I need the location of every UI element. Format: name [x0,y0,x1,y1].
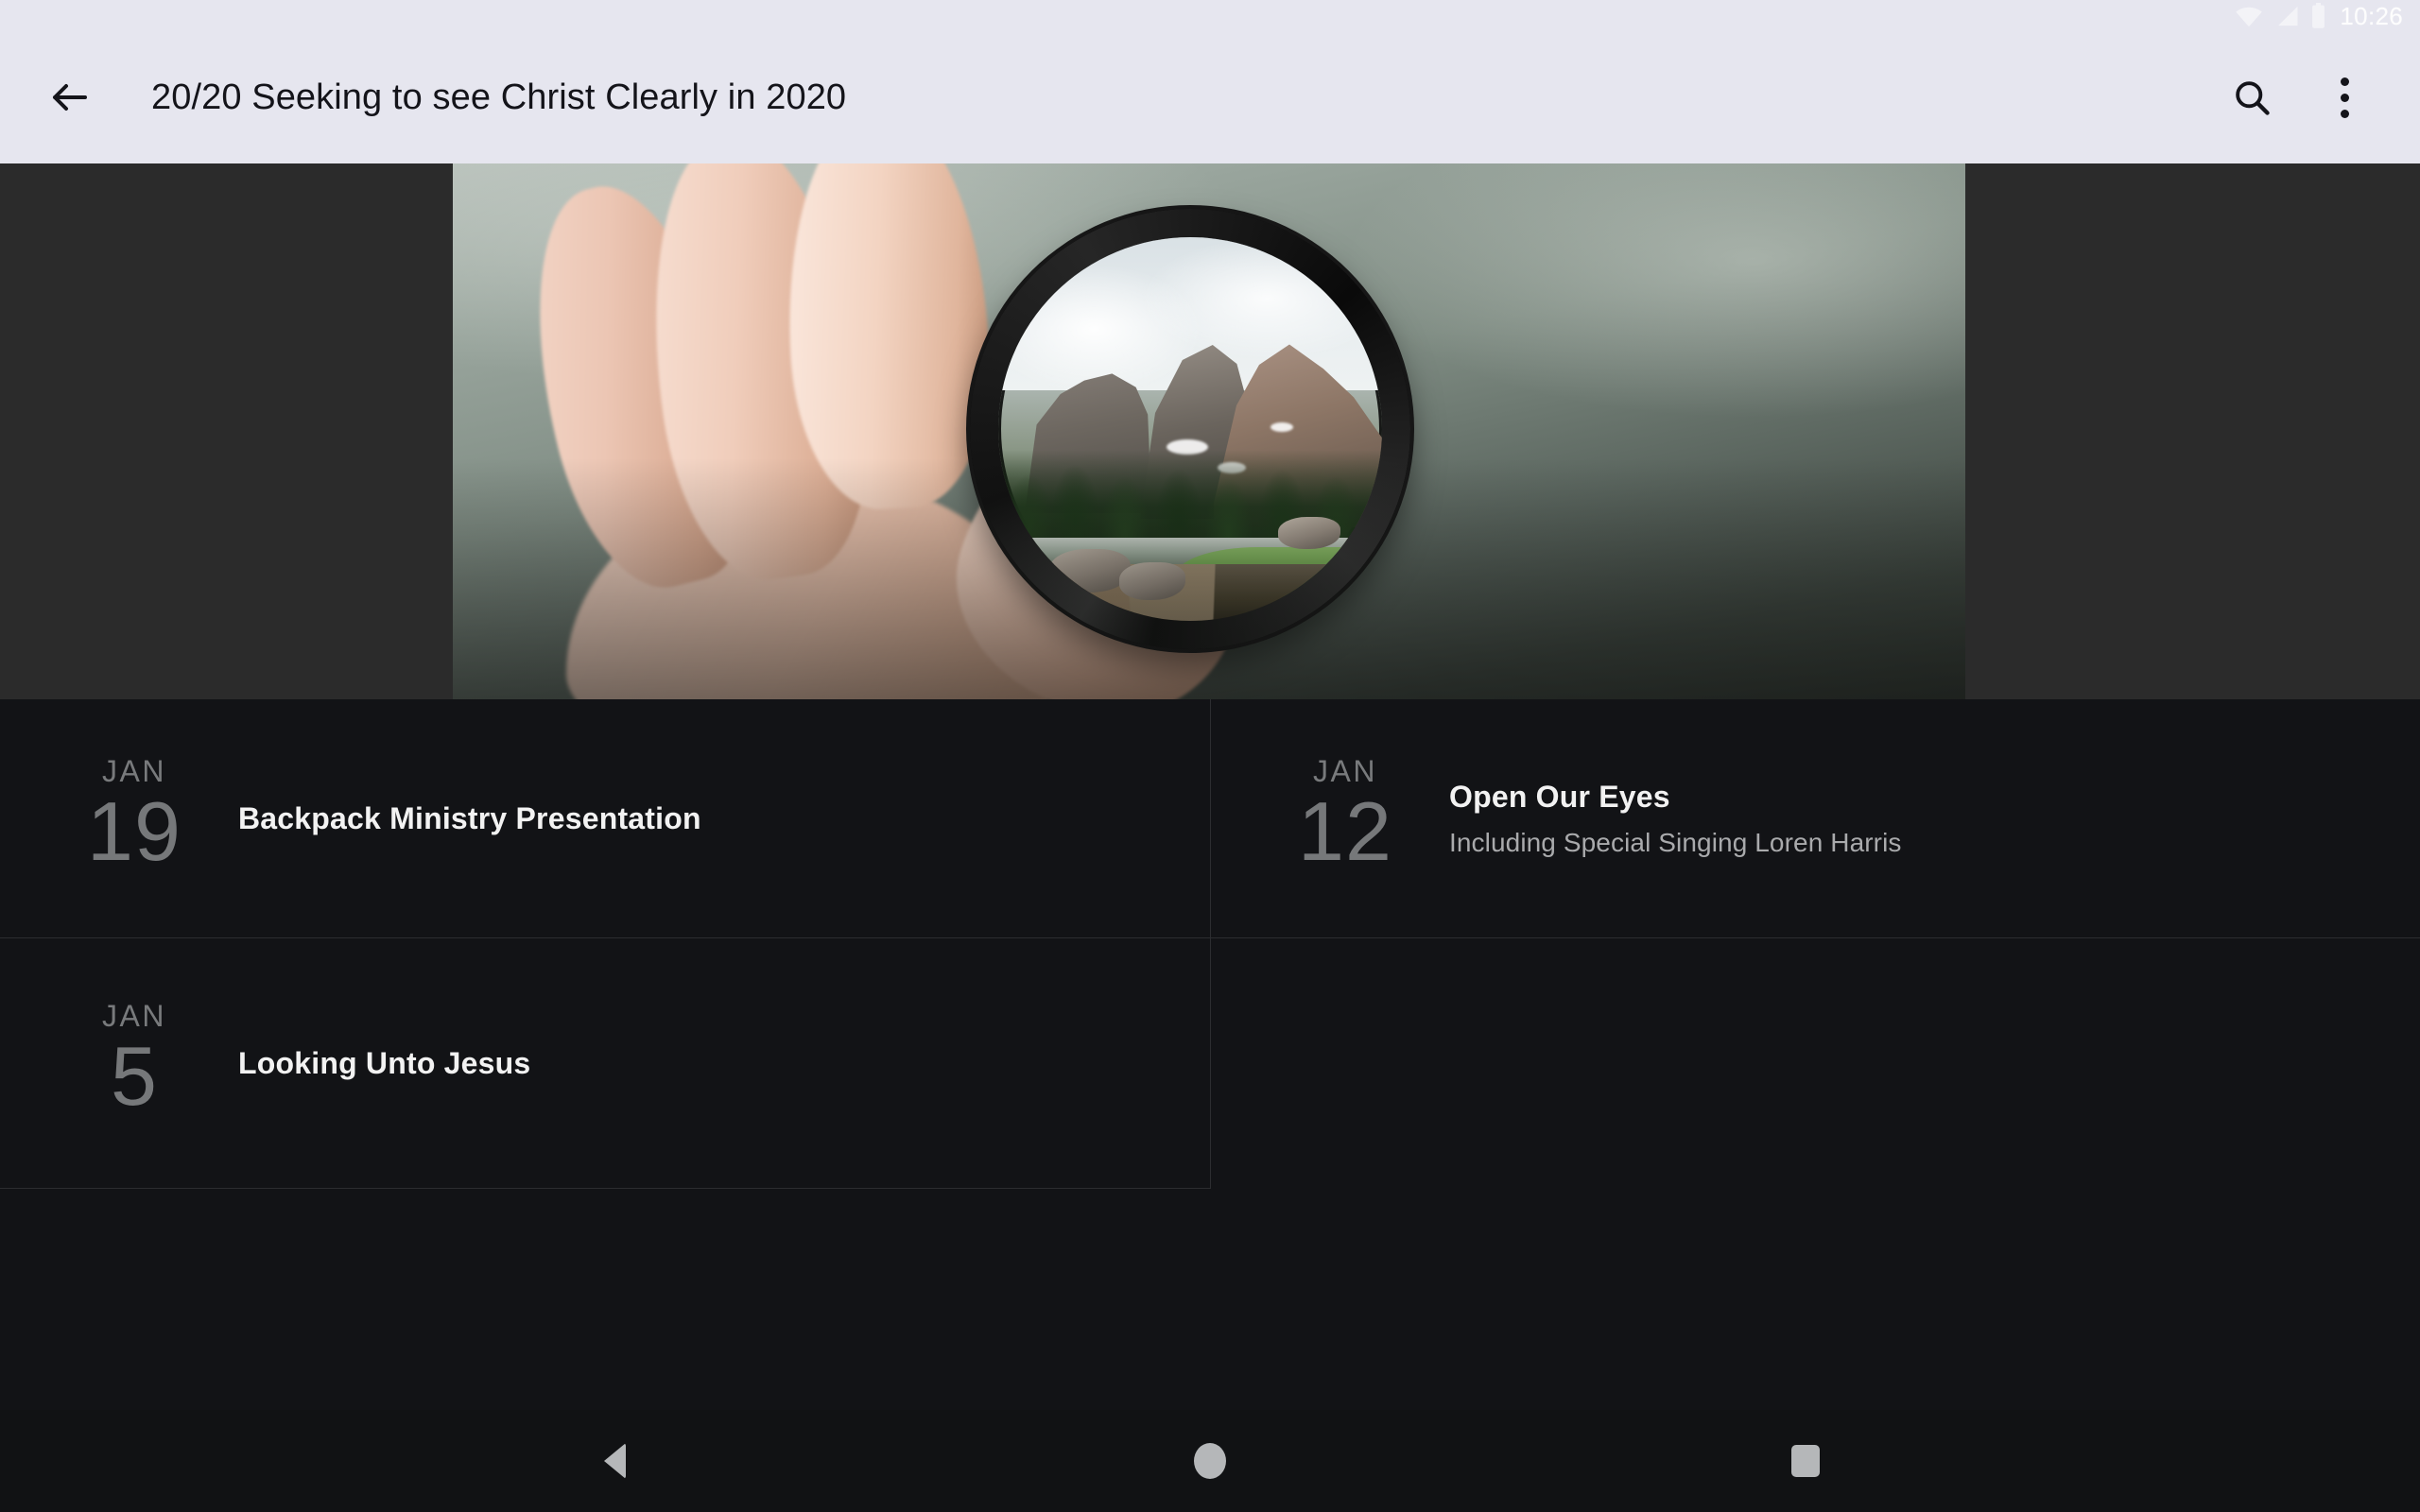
back-nav-button[interactable] [544,1410,685,1512]
overflow-dot [2340,93,2349,102]
overflow-dot [2340,77,2349,86]
sermon-date: JAN 19 [78,756,191,873]
list-item[interactable]: JAN 12 Open Our Eyes Including Special S… [1211,699,2420,938]
recents-square-icon [1791,1445,1820,1477]
sermon-list: JAN 19 Backpack Ministry Presentation JA… [0,699,2420,1191]
recents-nav-button[interactable] [1735,1410,1876,1512]
home-nav-button[interactable] [1139,1410,1281,1512]
sermon-month: JAN [1313,754,1377,788]
search-icon[interactable] [2212,58,2291,137]
android-navigation-bar [0,1410,2420,1512]
sermon-date: JAN 5 [78,1001,191,1118]
wifi-icon [2235,4,2263,28]
back-arrow-icon[interactable] [25,52,115,143]
list-item[interactable]: JAN 19 Backpack Ministry Presentation [0,699,1211,938]
sermon-subtitle: Including Special Singing Loren Harris [1449,827,1902,857]
hero-band [0,163,2420,699]
sermon-month: JAN [102,754,166,788]
app-bar-actions [2212,58,2384,137]
back-triangle-icon [603,1443,626,1479]
status-bar: 10:26 [0,0,2420,31]
overflow-menu-icon[interactable] [2305,58,2384,137]
overflow-dot [2340,109,2349,118]
sermon-month: JAN [102,999,166,1033]
list-item[interactable]: JAN 5 Looking Unto Jesus [0,938,1211,1189]
sermon-day: 5 [111,1029,158,1123]
sermon-meta: Open Our Eyes Including Special Singing … [1449,780,1902,858]
app-bar: 20/20 Seeking to see Christ Clearly in 2… [0,31,2420,163]
camera-lens-icon [970,209,1410,649]
list-empty-cell [1211,938,2420,1189]
sermon-meta: Looking Unto Jesus [238,1046,530,1081]
page-title: 20/20 Seeking to see Christ Clearly in 2… [151,77,847,117]
status-bar-clock: 10:26 [2340,1,2403,30]
rock-shape [1278,517,1340,549]
sermon-day: 19 [87,784,182,878]
sermon-title: Open Our Eyes [1449,779,1670,814]
app-root: 10:26 20/20 Seeking to see Christ Clearl… [0,0,2420,1512]
series-hero-image[interactable] [453,163,1965,699]
rock-shape [1119,562,1185,600]
lens-glass [998,237,1382,621]
cellular-signal-icon [2273,4,2300,28]
sermon-day: 12 [1298,784,1392,878]
sermon-title: Backpack Ministry Presentation [238,800,701,835]
battery-icon [2310,2,2326,29]
home-circle-icon [1194,1443,1226,1479]
rock-shape [1049,549,1131,593]
sermon-title: Looking Unto Jesus [238,1045,531,1080]
snow-patch [1270,422,1293,432]
sermon-meta: Backpack Ministry Presentation [238,801,701,836]
sermon-date: JAN 12 [1288,756,1402,873]
